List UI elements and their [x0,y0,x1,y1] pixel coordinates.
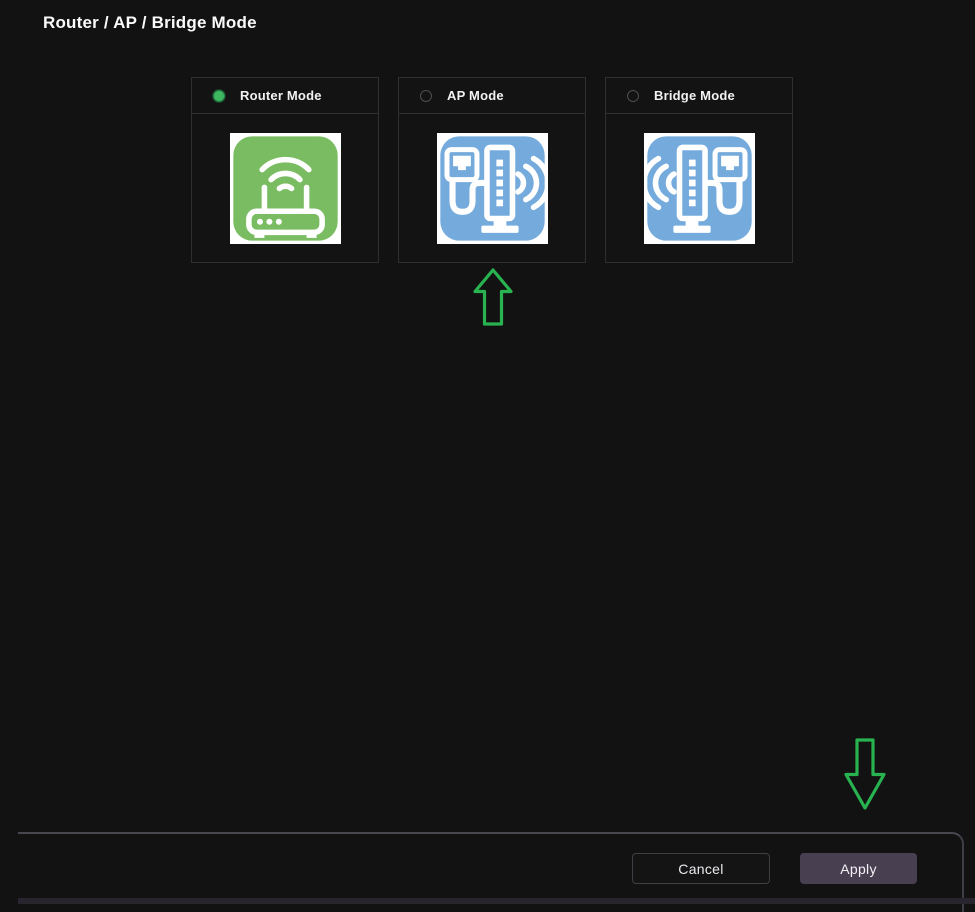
mode-card-ap-header: AP Mode [399,78,585,114]
mode-card-router[interactable]: Router Mode [191,77,379,263]
mode-card-ap[interactable]: AP Mode [398,77,586,263]
mode-card-router-body [192,114,378,262]
router-icon [230,133,341,244]
ap-mode-label: AP Mode [447,88,504,103]
page-title: Router / AP / Bridge Mode [43,13,257,33]
bridge-icon [644,133,755,244]
bridge-mode-label: Bridge Mode [654,88,735,103]
router-mode-label: Router Mode [240,88,322,103]
access-point-icon [437,133,548,244]
arrow-up-icon [473,268,513,326]
arrow-down-icon [844,738,886,810]
mode-card-bridge-header: Bridge Mode [606,78,792,114]
mode-card-ap-body [399,114,585,262]
mode-card-router-header: Router Mode [192,78,378,114]
mode-card-bridge[interactable]: Bridge Mode [605,77,793,263]
mode-card-bridge-body [606,114,792,262]
ap-mode-radio[interactable] [420,90,432,102]
router-mode-radio[interactable] [213,90,225,102]
bridge-mode-radio[interactable] [627,90,639,102]
window-bottom-edge [18,898,975,904]
cancel-button[interactable]: Cancel [632,853,770,884]
mode-cards-row: Router Mode [191,77,793,263]
apply-button[interactable]: Apply [800,853,917,884]
